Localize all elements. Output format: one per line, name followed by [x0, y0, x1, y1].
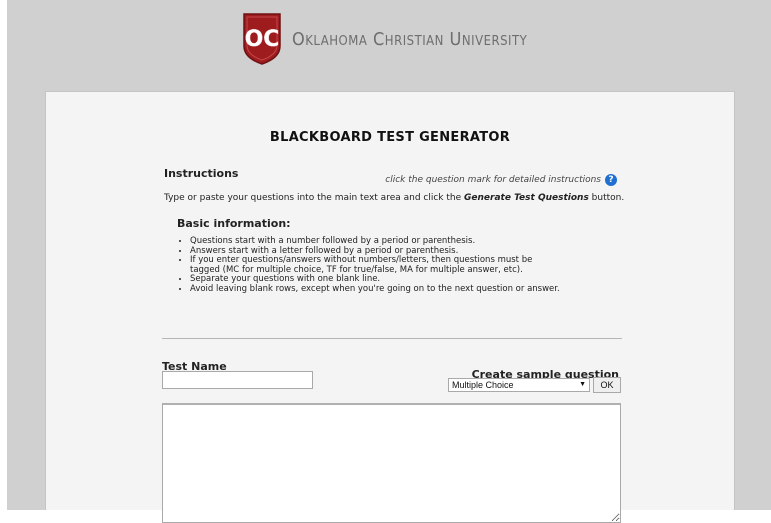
test-name-input[interactable] — [162, 371, 313, 389]
university-name-text: Oklahoma Christian University — [292, 28, 528, 50]
generate-button-reference: Generate Test Questions — [464, 193, 589, 203]
intro-text-before: Type or paste your questions into the ma… — [164, 193, 465, 203]
page-title: BLACKBOARD TEST GENERATOR — [269, 130, 511, 145]
help-hint-text: click the question mark for detailed ins… — [385, 175, 601, 185]
question-type-selected: Multiple Choice — [452, 380, 514, 390]
logo-initials: OC — [245, 27, 280, 52]
basic-info-heading: Basic information: — [177, 217, 291, 230]
instructions-heading: Instructions — [164, 167, 239, 180]
intro-text-after: button. — [588, 193, 625, 203]
university-name: Oklahoma Christian University — [292, 29, 527, 50]
dropdown-arrow-icon: ▼ — [579, 381, 586, 388]
ok-button[interactable]: OK — [593, 377, 621, 393]
intro-text: Type or paste your questions into the ma… — [164, 193, 624, 203]
question-circle-icon[interactable]: ? — [605, 174, 617, 186]
generator-card: BLACKBOARD TEST GENERATOR Instructions c… — [45, 91, 735, 523]
university-logo[interactable]: OC Oklahoma Christian University — [240, 12, 527, 66]
help-hint: click the question mark for detailed ins… — [385, 174, 617, 186]
basic-info-list: Questions start with a number followed b… — [177, 236, 560, 295]
oc-shield-logo-icon: OC — [243, 13, 281, 65]
question-type-select[interactable]: Multiple Choice ▼ — [448, 378, 590, 392]
list-item: Avoid leaving blank rows, except when yo… — [190, 284, 560, 295]
questions-textarea[interactable] — [162, 403, 621, 523]
list-item: If you enter questions/answers without n… — [190, 255, 560, 275]
section-divider — [162, 338, 622, 339]
